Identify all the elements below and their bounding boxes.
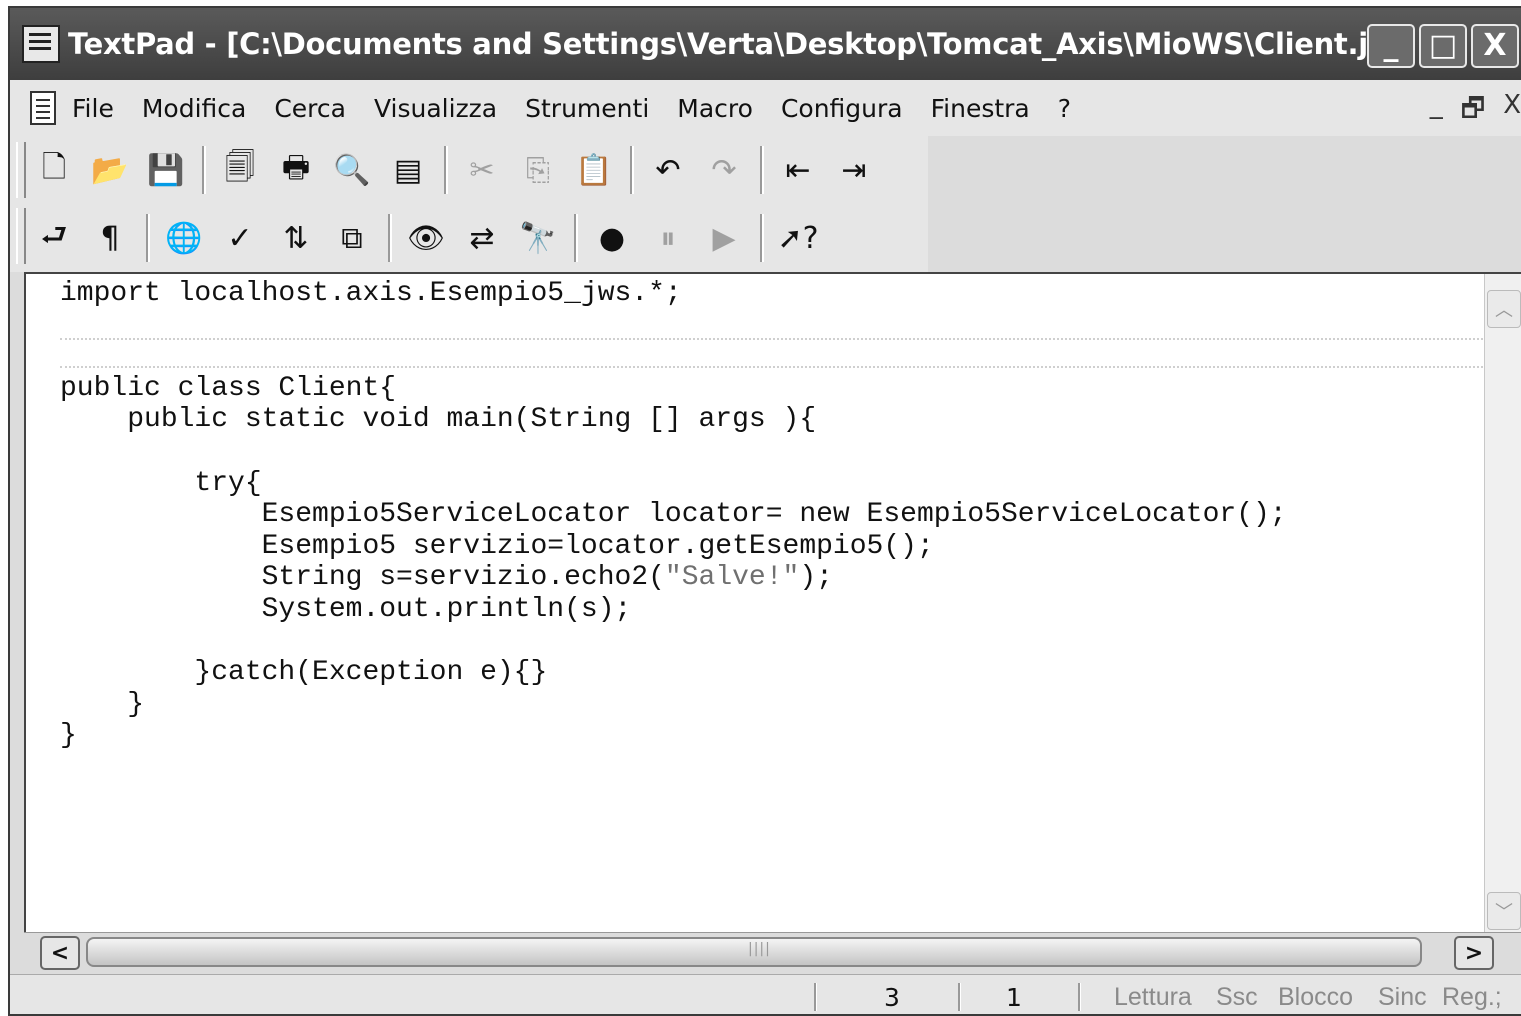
scroll-down-icon[interactable]: ﹀ [1487,892,1521,930]
document-window-controls: _ 🗗 X [1430,90,1521,134]
play-macro-icon[interactable]: ▶ [700,214,748,262]
status-read-only[interactable]: Lettura [1114,981,1192,1013]
compare-icon[interactable]: ⧉ [328,214,376,262]
code-line: try{ [60,467,262,499]
minimize-button[interactable]: _ [1367,24,1415,68]
document-properties-icon[interactable]: 🗐 [216,146,264,194]
menu-bar: File Modifica Cerca Visualizza Strumenti… [10,80,1521,137]
copy-icon[interactable]: ⎘ [514,146,562,194]
toolbar-separator [444,146,448,194]
paragraph-icon[interactable]: ¶ [86,214,134,262]
status-block[interactable]: Blocco [1278,981,1353,1013]
open-folder-icon[interactable]: 📂 [86,146,134,194]
status-bar: 3 1 Lettura Ssc Blocco Sinc Reg.; [10,974,1521,1014]
menu-configura[interactable]: Configura [781,92,903,125]
textpad-window: TextPad - [C:\Documents and Settings\Ver… [8,6,1521,1016]
new-file-icon[interactable]: 🗋 [30,146,78,194]
line-separator [60,366,1483,368]
toolbar-grip[interactable] [16,142,26,198]
indent-icon[interactable]: ⇥ [830,146,878,194]
toolbar-separator [630,146,634,194]
status-divider [958,983,961,1011]
vertical-scrollbar[interactable]: ︿ ﹀ [1484,274,1521,932]
status-column: 1 [1006,982,1022,1012]
toolbar-area [928,136,1521,272]
toolbar-grip[interactable] [16,208,26,264]
code-line: Esempio5 servizio=locator.getEsempio5(); [60,530,934,562]
code-line: String s=servizio.echo2("Salve!"); [60,562,833,594]
code-line: public class Client{ [60,372,397,404]
standard-toolbar: 🗋 📂 💾 🗐 🖶 🔍 ▤ ✂ ⎘ 📋 ↶ ↷ ⇤ ⇥ [30,140,886,200]
window-title: TextPad - [C:\Documents and Settings\Ver… [68,27,1401,61]
scroll-left-icon[interactable]: < [40,936,80,970]
code-line: System.out.println(s); [60,594,632,625]
scroll-up-icon[interactable]: ︿ [1487,290,1521,328]
find-in-files-icon[interactable]: 🔭 [514,214,562,262]
horizontal-scroll-thumb[interactable] [86,937,1422,967]
code-line: } [60,688,145,720]
code-line: public static void main(String [] args )… [60,404,817,436]
title-bar[interactable]: TextPad - [C:\Documents and Settings\Ver… [10,8,1521,80]
pause-macro-icon[interactable]: ⏸ [644,214,692,262]
string-literal: "Salve!" [664,562,800,594]
menu-visualizza[interactable]: Visualizza [374,92,497,125]
window-controls: _ □ X [1367,24,1519,68]
outdent-icon[interactable]: ⇤ [774,146,822,194]
document-icon[interactable] [30,91,56,125]
word-wrap-icon[interactable]: ⮐ [30,214,78,262]
status-divider [1078,983,1081,1011]
menu-modifica[interactable]: Modifica [142,92,247,125]
status-divider [814,983,817,1011]
replace-icon[interactable]: ⇄ [458,214,506,262]
close-button[interactable]: X [1471,24,1519,68]
line-separator [60,338,1483,340]
redo-icon[interactable]: ↷ [700,146,748,194]
toolbar-separator [388,214,392,262]
status-sync[interactable]: Sinc [1378,981,1427,1013]
toolbar-separator [760,146,764,194]
print-icon[interactable]: 🖶 [272,146,320,194]
scroll-right-icon[interactable]: > [1454,936,1494,970]
code-line: } [60,720,77,752]
doc-minimize-button[interactable]: _ [1430,90,1443,134]
sort-icon[interactable]: ⇅ [272,214,320,262]
menu-help[interactable]: ? [1058,92,1071,125]
code-line: }catch(Exception e){} [60,657,548,689]
toolbar-separator [202,146,206,194]
menu-finestra[interactable]: Finestra [931,92,1030,125]
textpad-app-icon[interactable] [22,25,60,63]
paste-icon[interactable]: 📋 [570,146,618,194]
status-record[interactable]: Reg.; [1442,981,1502,1013]
toolbar-separator [760,214,764,262]
web-browser-icon[interactable]: 🌐 [160,214,208,262]
spell-check-icon[interactable]: ✓ [216,214,264,262]
tools-toolbar: ⮐ ¶ 🌐 ✓ ⇅ ⧉ 👁 ⇄ 🔭 ● ⏸ ▶ ➚? [30,208,830,268]
horizontal-scrollbar[interactable]: < > [24,932,1521,973]
undo-icon[interactable]: ↶ [644,146,692,194]
status-ovr[interactable]: Ssc [1216,981,1258,1013]
record-macro-icon[interactable]: ● [588,214,636,262]
code-text: String s=servizio.echo2( [60,562,665,594]
cut-icon[interactable]: ✂ [458,146,506,194]
toolbar-separator [574,214,578,262]
find-icon[interactable]: 👁 [402,214,450,262]
toolbar-separator [146,214,150,262]
doc-close-button[interactable]: X [1503,90,1521,134]
page-setup-icon[interactable]: ▤ [384,146,432,194]
menu-cerca[interactable]: Cerca [274,92,346,125]
code-text: ); [799,562,833,594]
menu-macro[interactable]: Macro [677,92,753,125]
code-line: Esempio5ServiceLocator locator= new Esem… [60,499,1287,531]
menu-strumenti[interactable]: Strumenti [525,92,649,125]
save-icon[interactable]: 💾 [142,146,190,194]
menu-file[interactable]: File [72,92,114,125]
toolbars: 🗋 📂 💾 🗐 🖶 🔍 ▤ ✂ ⎘ 📋 ↶ ↷ ⇤ ⇥ ⮐ ¶ 🌐 ✓ ⇅ ⧉ 👁 ⇄ 🔭 ● ⏸ ▶ ➚? [10,136,930,272]
maximize-button[interactable]: □ [1419,24,1467,68]
doc-restore-button[interactable]: 🗗 [1461,90,1485,134]
context-help-icon[interactable]: ➚? [774,214,822,262]
print-preview-icon[interactable]: 🔍 [328,146,376,194]
code-line: import localhost.axis.Esempio5_jws.*; [60,278,682,309]
status-line: 3 [884,982,900,1012]
code-editor[interactable]: import localhost.axis.Esempio5_jws.*;pub… [24,272,1521,932]
